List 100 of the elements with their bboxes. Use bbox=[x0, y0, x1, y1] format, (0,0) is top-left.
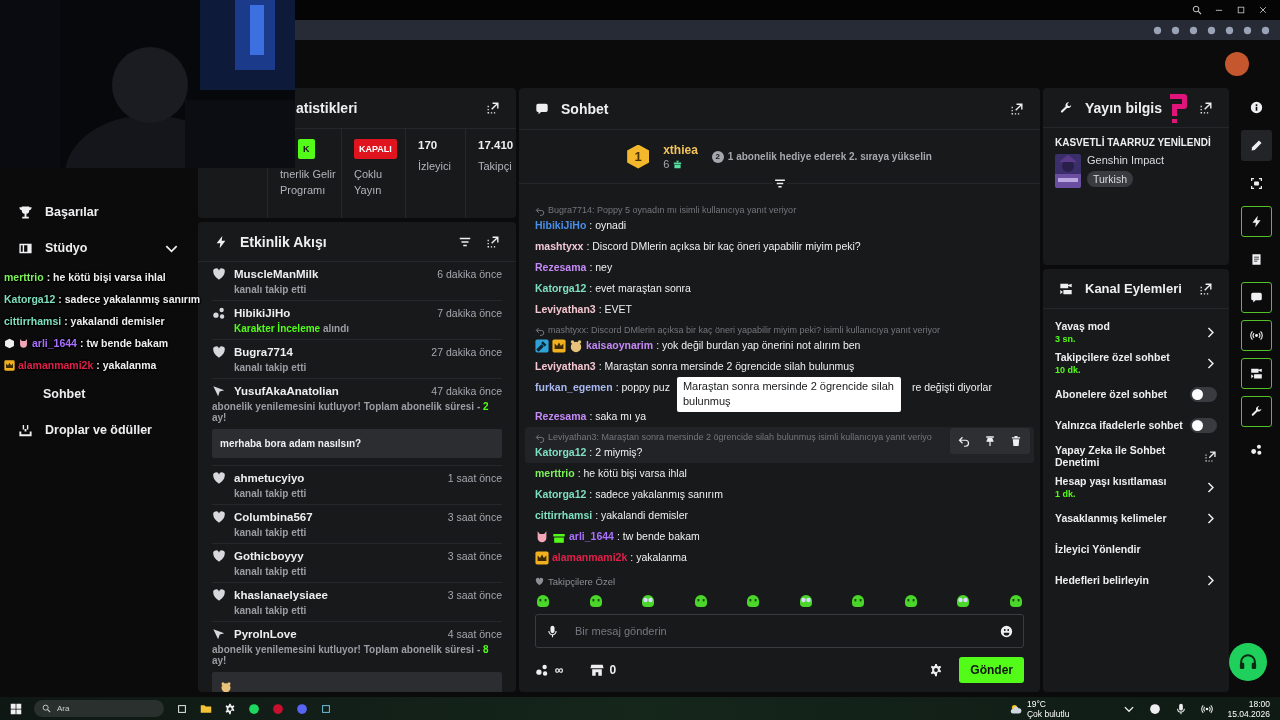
sidebar-item[interactable]: Stüdyo bbox=[0, 230, 195, 266]
action-label[interactable]: Yavaş mod bbox=[1055, 321, 1200, 333]
emote-icon[interactable] bbox=[640, 592, 657, 608]
emote-icon[interactable] bbox=[535, 592, 551, 608]
avatar[interactable] bbox=[1225, 52, 1249, 76]
delete-icon[interactable] bbox=[1010, 435, 1022, 447]
chat-username[interactable]: merttrio bbox=[535, 466, 575, 481]
reply-icon[interactable] bbox=[958, 435, 970, 447]
chat-username[interactable]: HibikiJiHo bbox=[535, 218, 587, 233]
chat-username[interactable]: arli_1644 bbox=[569, 529, 614, 544]
sidebar-tool-button[interactable] bbox=[1240, 130, 1272, 161]
activity-time: 3 saat önce bbox=[447, 511, 502, 523]
maximize-icon[interactable] bbox=[1236, 5, 1246, 15]
store-icon[interactable] bbox=[589, 663, 604, 677]
chat-icon bbox=[1249, 291, 1263, 304]
sidebar-item[interactable]: Başarılar bbox=[0, 194, 195, 230]
microphone-icon[interactable] bbox=[546, 624, 559, 638]
chat-username[interactable]: Rezesama bbox=[535, 409, 587, 424]
weather-widget[interactable]: 19°C Çok bulutlu bbox=[1009, 698, 1070, 719]
wrench-icon bbox=[1249, 405, 1263, 418]
toggle-switch[interactable] bbox=[1190, 387, 1217, 402]
tooltip: Maraştan sonra mersinde 2 ögrencide silah bulunmuş bbox=[676, 377, 901, 412]
taskbar-clock[interactable]: 18:00 15.04.2026 bbox=[1227, 698, 1270, 719]
app-icon[interactable] bbox=[320, 702, 332, 715]
chat-username[interactable]: alamanmami2k bbox=[552, 550, 628, 565]
chat-username[interactable]: Leviyathan3 bbox=[535, 359, 596, 374]
gear-icon[interactable] bbox=[224, 702, 236, 715]
popout-icon[interactable] bbox=[1010, 101, 1024, 116]
chat-username[interactable]: furkan_egemen bbox=[535, 380, 613, 395]
chat-username[interactable]: Rezesama bbox=[535, 260, 587, 275]
search-icon[interactable] bbox=[1192, 5, 1202, 15]
action-label[interactable]: Abonelere özel sohbet bbox=[1055, 389, 1186, 400]
emote-icon[interactable] bbox=[745, 592, 762, 608]
app-icon[interactable] bbox=[248, 702, 260, 715]
chat-username[interactable]: mashtyxx bbox=[535, 239, 584, 254]
toggle-switch[interactable] bbox=[1190, 418, 1217, 433]
stat-value: 170 bbox=[418, 139, 439, 151]
microphone-icon[interactable] bbox=[1175, 702, 1188, 715]
emote-icon[interactable] bbox=[902, 592, 919, 608]
pin-icon[interactable] bbox=[984, 435, 996, 447]
activity-username: Columbina567 bbox=[234, 511, 314, 523]
windows-start-icon[interactable] bbox=[10, 702, 22, 715]
popout-icon[interactable] bbox=[486, 101, 500, 115]
action-label[interactable]: Yasaklanmış kelimeler bbox=[1055, 513, 1200, 524]
chat-message-text: : sadece yakalanmış sanırım bbox=[589, 487, 723, 502]
sidebar-tool-button[interactable] bbox=[1240, 396, 1272, 427]
emote-icon[interactable] bbox=[587, 592, 604, 608]
sidebar-tool-button[interactable] bbox=[1240, 282, 1272, 313]
folder-icon[interactable] bbox=[200, 702, 212, 715]
sidebar-item[interactable]: Droplar ve ödüller bbox=[0, 412, 195, 448]
action-label[interactable]: Yalnızca ifadelerle sohbet bbox=[1055, 420, 1186, 431]
emoji-icon[interactable] bbox=[1000, 624, 1013, 638]
tray-icon[interactable] bbox=[1149, 702, 1162, 715]
emote-icon[interactable] bbox=[692, 592, 709, 608]
send-button[interactable]: Gönder bbox=[959, 657, 1024, 683]
chat-username[interactable]: kaisaoynarim bbox=[586, 338, 654, 353]
activity-time: 6 dakika önce bbox=[437, 268, 502, 280]
action-label[interactable]: İzleyici Yönlendir bbox=[1055, 544, 1217, 555]
chat-username[interactable]: Katorga12 bbox=[535, 281, 587, 296]
tag[interactable]: Turkish bbox=[1087, 171, 1134, 187]
volume-icon[interactable] bbox=[1201, 702, 1214, 715]
activity-time: 3 saat önce bbox=[447, 589, 502, 601]
action-label[interactable]: Yapay Zeka ile Sohbet Denetimi bbox=[1055, 445, 1200, 468]
emote-icon[interactable] bbox=[797, 592, 814, 608]
external-link-icon[interactable] bbox=[1204, 450, 1217, 463]
close-icon[interactable] bbox=[1258, 5, 1268, 15]
overlay-username: Katorga12 bbox=[4, 293, 56, 305]
sidebar-tool-button[interactable] bbox=[1240, 206, 1272, 237]
chat-username[interactable]: Katorga12 bbox=[535, 445, 587, 460]
popout-icon[interactable] bbox=[486, 234, 500, 249]
action-value: 1 dk. bbox=[1055, 488, 1077, 499]
gift-icon bbox=[673, 159, 683, 169]
chat-username[interactable]: Katorga12 bbox=[535, 487, 587, 502]
emote-icon[interactable] bbox=[955, 592, 972, 608]
chat-username[interactable]: cittirrhamsi bbox=[535, 508, 593, 523]
message-input[interactable]: Bir mesaj gönderin bbox=[573, 624, 986, 638]
task-view-icon[interactable] bbox=[176, 702, 188, 715]
chat-message-text: : evet maraştan sonra bbox=[589, 281, 691, 296]
message-field[interactable]: Bir mesaj gönderin bbox=[535, 614, 1024, 648]
taskbar-search-field[interactable]: Ara bbox=[34, 700, 164, 717]
popout-icon[interactable] bbox=[1199, 100, 1213, 115]
popout-icon[interactable] bbox=[1199, 281, 1213, 296]
action-label[interactable]: Hedefleri belirleyin bbox=[1055, 575, 1200, 586]
action-label[interactable]: Hesap yaşı kısıtlaması bbox=[1055, 476, 1200, 488]
chat-username[interactable]: Leviyathan3 bbox=[535, 302, 596, 317]
chat-message-text: : he kötü bişi varsa ihlal bbox=[577, 466, 687, 481]
activity-description: kanalı takip etti bbox=[234, 284, 308, 295]
action-label[interactable]: Takipçilere özel sohbet bbox=[1055, 352, 1200, 364]
cube-badge-icon bbox=[4, 337, 15, 349]
category-name[interactable]: Genshin Impact bbox=[1087, 154, 1165, 166]
sword-badge-icon bbox=[535, 338, 549, 353]
sidebar-tool-button[interactable] bbox=[1240, 320, 1272, 351]
sidebar-tool-button[interactable] bbox=[1240, 358, 1272, 389]
emote-icon[interactable] bbox=[1007, 592, 1024, 608]
emote-icon[interactable] bbox=[850, 592, 867, 608]
sidebar-item[interactable]: Sohbet bbox=[0, 376, 195, 412]
help-button[interactable] bbox=[1229, 643, 1267, 681]
app-icon[interactable] bbox=[296, 702, 308, 715]
settings-icon[interactable] bbox=[929, 663, 944, 677]
heart-icon bbox=[212, 549, 226, 563]
